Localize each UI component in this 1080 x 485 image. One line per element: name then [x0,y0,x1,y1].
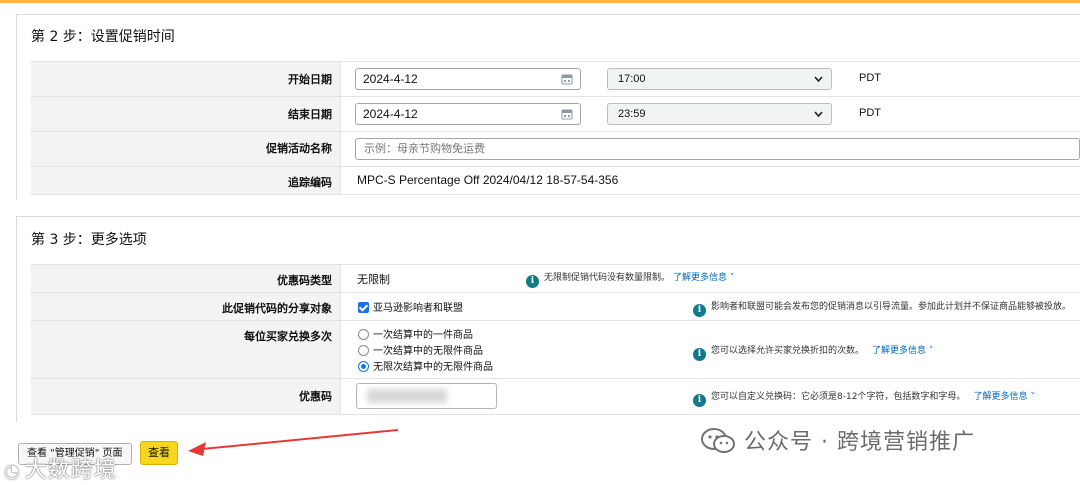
watermark-left: ◔ 大数跨境 [4,458,117,483]
red-arrow-annotation [188,429,399,456]
wechat-icon [701,428,735,453]
watermark-right: 公众号 · 跨境营销推广 [700,424,975,456]
